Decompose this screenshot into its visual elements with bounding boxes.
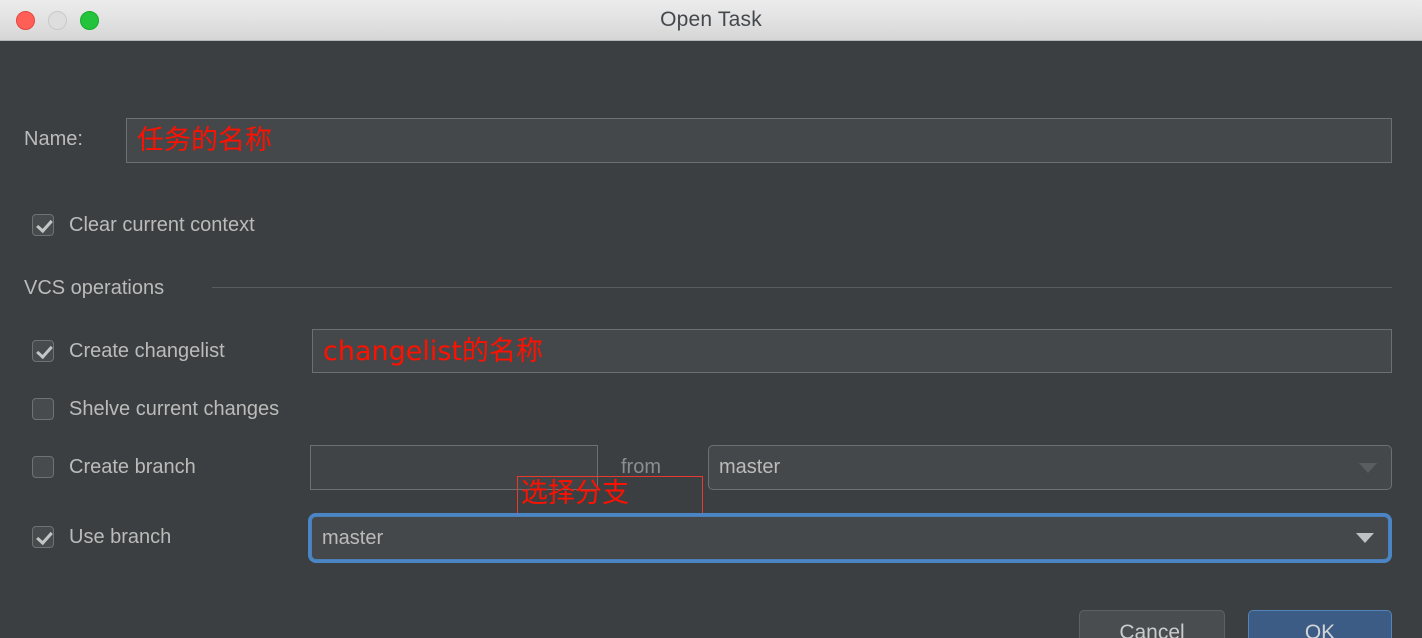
open-task-dialog: Open Task Name: 任务的名称 Clear current cont… xyxy=(0,0,1422,638)
chevron-down-icon xyxy=(1356,533,1374,543)
close-window-icon[interactable] xyxy=(16,11,35,30)
create-changelist-checkbox[interactable] xyxy=(32,340,54,362)
clear-current-context-checkbox[interactable] xyxy=(32,214,54,236)
use-branch-checkbox[interactable] xyxy=(32,526,54,548)
clear-current-context-label: Clear current context xyxy=(69,214,255,236)
use-branch-combobox[interactable]: master xyxy=(311,516,1389,560)
shelve-current-changes-checkbox[interactable] xyxy=(32,398,54,420)
name-label: Name: xyxy=(24,128,83,150)
create-changelist-label: Create changelist xyxy=(69,340,225,362)
minimize-window-icon[interactable] xyxy=(48,11,67,30)
use-branch-label: Use branch xyxy=(69,526,172,548)
window-titlebar: Open Task xyxy=(0,0,1422,41)
changelist-name-value: changelist的名称 xyxy=(323,335,544,367)
vcs-operations-separator xyxy=(212,287,1392,288)
create-branch-label: Create branch xyxy=(69,456,196,478)
name-input-value: 任务的名称 xyxy=(137,125,272,156)
window-title: Open Task xyxy=(660,8,762,31)
shelve-current-changes-label: Shelve current changes xyxy=(69,398,280,420)
ok-button[interactable]: OK xyxy=(1248,610,1392,638)
use-branch-value: master xyxy=(322,526,384,549)
from-branch-combobox[interactable]: master xyxy=(708,445,1392,490)
name-input[interactable]: 任务的名称 xyxy=(126,118,1392,163)
select-branch-annotation-box: 选择分支 xyxy=(517,476,703,519)
window-controls xyxy=(16,11,99,30)
maximize-window-icon[interactable] xyxy=(80,11,99,30)
chevron-down-icon xyxy=(1359,462,1377,473)
dialog-body: Name: 任务的名称 Clear current context VCS op… xyxy=(0,41,1422,638)
select-branch-annotation-text: 选择分支 xyxy=(521,478,629,509)
changelist-name-input[interactable]: changelist的名称 xyxy=(312,329,1392,373)
from-branch-value: master xyxy=(719,456,781,478)
vcs-operations-label: VCS operations xyxy=(24,277,165,299)
cancel-button[interactable]: Cancel xyxy=(1079,610,1225,638)
create-branch-checkbox[interactable] xyxy=(32,456,54,478)
